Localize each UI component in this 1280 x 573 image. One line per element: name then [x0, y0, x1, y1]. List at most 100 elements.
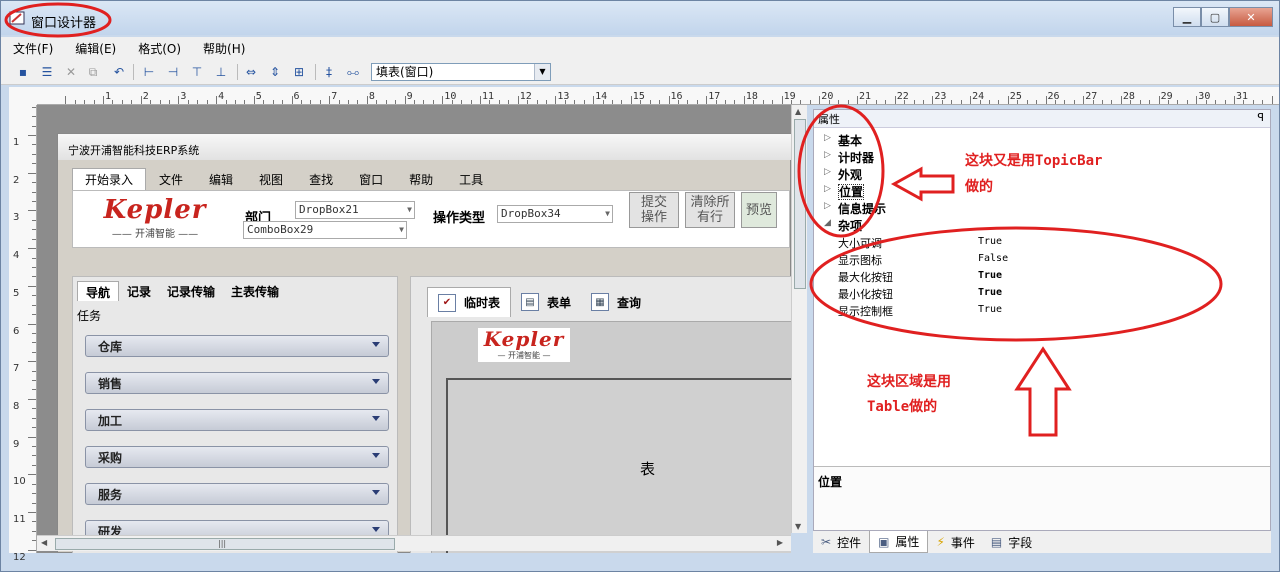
form-menu-window[interactable]: 窗口 — [346, 168, 396, 190]
form-menu-tools[interactable]: 工具 — [446, 168, 496, 190]
form-ribbon: Kepler —— 开浦智能 —— 部门 DropBox21 ▼ ComboBox… — [72, 190, 790, 248]
tab-label: 属性 — [895, 535, 920, 549]
tab-query[interactable]: ▦ 查询 — [581, 287, 651, 317]
design-canvas[interactable]: 宁波开浦智能科技ERP系统 开始录入 文件 编辑 视图 查找 窗口 帮助 工具 … — [37, 105, 791, 553]
kepler-logo-small: Kepler — 开浦智能 — — [478, 328, 570, 362]
nav-item-processing[interactable]: 加工 — [85, 409, 389, 431]
tab-master-transfer[interactable]: 主表传输 — [223, 281, 287, 301]
scroll-down-icon[interactable]: ▼ — [795, 522, 801, 531]
align-left-icon[interactable]: ⊢ — [141, 64, 157, 80]
clear-rows-button[interactable]: 清除所 有行 — [685, 192, 735, 228]
property-row[interactable]: 最大化按钮 True — [814, 268, 1270, 285]
property-row[interactable]: 显示图标 False — [814, 251, 1270, 268]
ruler-tick — [404, 96, 406, 104]
canvas-horizontal-scrollbar[interactable]: ◀ ||| ▶ — [37, 535, 791, 551]
same-size-icon[interactable]: ⊞ — [291, 64, 307, 80]
submit-button[interactable]: 提交 操作 — [629, 192, 679, 228]
ruler-tick — [838, 100, 840, 104]
pin-icon[interactable]: ꟼ — [1257, 111, 1264, 124]
form-menu-find[interactable]: 查找 — [296, 168, 346, 190]
dept-dropdown[interactable]: DropBox21 ▼ — [295, 201, 415, 219]
align-bottom-icon[interactable]: ⊥ — [213, 64, 229, 80]
property-row[interactable]: 最小化按钮 True — [814, 285, 1270, 302]
category-position[interactable]: ▷ 位置 — [814, 183, 1270, 200]
ruler-tick — [894, 96, 896, 104]
tab-controls[interactable]: ✂ 控件 — [813, 532, 869, 553]
nav-item-service[interactable]: 服务 — [85, 483, 389, 505]
undo-icon[interactable]: ↶ — [111, 64, 127, 80]
scroll-up-icon[interactable]: ▲ — [795, 107, 801, 116]
ruler-tick — [32, 521, 36, 523]
form-menu-help[interactable]: 帮助 — [396, 168, 446, 190]
tab-form[interactable]: ▤ 表单 — [511, 287, 581, 317]
ruler-label: 6 — [13, 325, 20, 337]
property-value[interactable]: True — [978, 304, 1002, 315]
form-preview[interactable]: 宁波开浦智能科技ERP系统 开始录入 文件 编辑 视图 查找 窗口 帮助 工具 … — [57, 133, 791, 553]
scroll-left-icon[interactable]: ◀ — [41, 538, 47, 547]
minimize-button[interactable]: ▁ — [1173, 7, 1201, 27]
nav-item-label: 服务 — [98, 488, 123, 502]
center-horizontal-icon[interactable]: ⧟ — [345, 64, 361, 80]
scroll-thumb[interactable]: ||| — [55, 538, 395, 550]
tab-nav[interactable]: 导航 — [77, 281, 120, 301]
form-menu-edit[interactable]: 编辑 — [196, 168, 246, 190]
property-key: 大小可调 — [838, 237, 882, 250]
tab-label: 临时表 — [464, 296, 501, 310]
table-control[interactable]: 表 — [446, 378, 791, 553]
tab-record-transfer[interactable]: 记录传输 — [159, 281, 223, 301]
scroll-thumb[interactable] — [794, 119, 806, 289]
save-icon[interactable]: ▪ — [15, 64, 31, 80]
properties-icon[interactable]: ☰ — [39, 64, 55, 80]
menu-edit[interactable]: 编辑(E) — [75, 40, 116, 57]
ruler-tick — [32, 389, 36, 391]
maximize-button[interactable]: ▢ — [1201, 7, 1229, 27]
category-tooltip[interactable]: ▷ 信息提示 — [814, 200, 1270, 217]
tab-properties[interactable]: ▣ 属性 — [869, 531, 929, 553]
same-width-icon[interactable]: ⇔ — [243, 64, 259, 80]
menu-format[interactable]: 格式(O) — [138, 40, 181, 57]
property-value[interactable]: True — [978, 236, 1002, 247]
property-value[interactable]: True — [978, 287, 1002, 298]
nav-item-warehouse[interactable]: 仓库 — [85, 335, 389, 357]
property-row[interactable]: 显示控制框 True — [814, 302, 1270, 319]
canvas-vertical-scrollbar[interactable]: ▲ ▼ — [791, 105, 807, 533]
tab-temp-table[interactable]: ✔ 临时表 — [427, 287, 512, 317]
close-button[interactable]: ✕ — [1229, 7, 1273, 27]
scroll-right-icon[interactable]: ▶ — [777, 538, 783, 547]
menu-file[interactable]: 文件(F) — [13, 40, 53, 57]
property-row[interactable]: 大小可调 True — [814, 234, 1270, 251]
property-value[interactable]: True — [978, 270, 1002, 281]
ruler-tick — [28, 436, 36, 438]
ruler-tick — [32, 144, 36, 146]
menu-help[interactable]: 帮助(H) — [203, 40, 245, 57]
tab-records[interactable]: 记录 — [119, 281, 159, 301]
category-misc[interactable]: ◢ 杂项 — [814, 217, 1270, 234]
form-menu-start[interactable]: 开始录入 — [72, 168, 147, 190]
copy-icon[interactable]: ⧉ — [85, 64, 101, 80]
delete-icon[interactable]: ✕ — [63, 64, 79, 80]
ruler-tick — [32, 304, 36, 306]
tab-fields[interactable]: ▤ 字段 — [983, 532, 1040, 553]
center-vertical-icon[interactable]: ‡ — [321, 64, 337, 80]
dept-combo[interactable]: ComboBox29 ▼ — [243, 221, 407, 239]
align-top-icon[interactable]: ⊤ — [189, 64, 205, 80]
ruler-tick — [32, 229, 36, 231]
form-menu-file[interactable]: 文件 — [146, 168, 196, 190]
expand-icon: ▷ — [824, 201, 831, 211]
nav-item-sales[interactable]: 销售 — [85, 372, 389, 394]
ruler-tick — [32, 191, 36, 193]
tab-events[interactable]: ⚡ 事件 — [928, 532, 982, 553]
property-value[interactable]: False — [978, 253, 1008, 264]
nav-item-purchasing[interactable]: 采购 — [85, 446, 389, 468]
category-basic[interactable]: ▷ 基本 — [814, 132, 1270, 149]
ruler-tick — [1139, 100, 1141, 104]
form-selector[interactable]: 填表(窗口) ▼ — [371, 63, 551, 81]
ruler-tick — [432, 100, 434, 104]
preview-button[interactable]: 预览 — [741, 192, 777, 228]
ruler-tick — [414, 100, 416, 104]
form-menu-view[interactable]: 视图 — [246, 168, 296, 190]
ruler-corner — [9, 87, 37, 105]
op-type-dropdown[interactable]: DropBox34 ▼ — [497, 205, 613, 223]
align-right-icon[interactable]: ⊣ — [165, 64, 181, 80]
same-height-icon[interactable]: ⇕ — [267, 64, 283, 80]
